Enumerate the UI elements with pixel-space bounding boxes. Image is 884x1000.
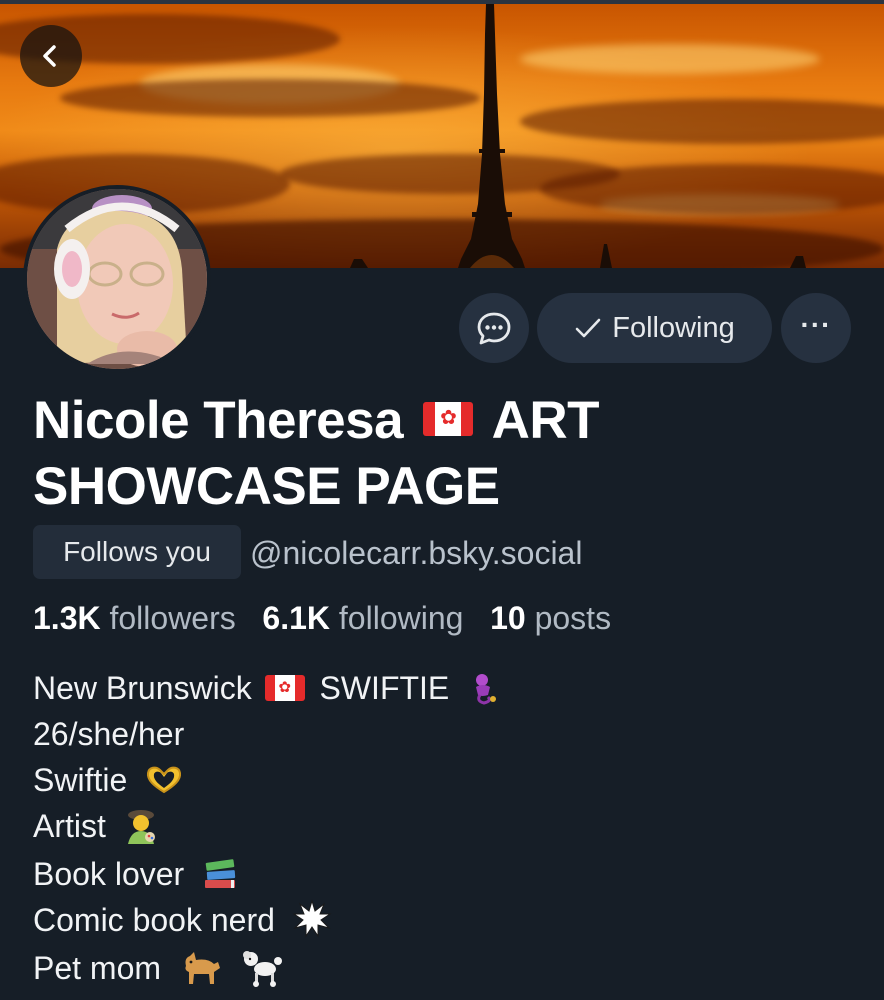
books-emoji-icon (205, 859, 236, 889)
genie-emoji-icon (476, 673, 497, 705)
posts-label: posts (534, 600, 612, 636)
bio-pet-mom: Pet mom (33, 950, 162, 987)
bio-location: New Brunswick (33, 670, 252, 706)
more-options-button[interactable]: ··· (781, 293, 851, 363)
artist-emoji-icon (127, 809, 155, 844)
canada-flag-icon: ✿ (264, 674, 305, 701)
more-dots-icon: ··· (800, 309, 832, 340)
follows-you-badge: Follows you (33, 525, 241, 579)
explosion-emoji-icon (292, 899, 332, 938)
profile-name: Nicole Theresa ✿ ART SHOWCASE PAGE (33, 388, 833, 520)
poodle-emoji-icon (242, 950, 282, 987)
back-button[interactable] (20, 25, 82, 87)
chat-bubble-icon (477, 312, 511, 345)
bio-swiftie: Swiftie (33, 762, 128, 798)
avatar-portrait (27, 189, 207, 369)
followers-label: followers (109, 600, 236, 636)
followers-count: 1.3K (33, 600, 101, 636)
bio-line: Swiftie (33, 757, 500, 803)
following-button[interactable]: Following (537, 293, 772, 363)
bio-swiftie-caps: SWIFTIE (319, 670, 450, 706)
profile-name-part2: ART (491, 391, 600, 450)
canada-flag-icon: ✿ (423, 402, 474, 436)
followers-link[interactable]: 1.3K followers (33, 600, 245, 636)
bio-artist: Artist (33, 808, 106, 844)
bio-line: Pet mom (33, 945, 500, 993)
bio-line: Comic book nerd (33, 897, 500, 946)
chevron-left-icon (43, 45, 56, 67)
profile-handle[interactable]: @nicolecarr.bsky.social (250, 531, 582, 575)
bio-book-lover: Book lover (33, 855, 185, 892)
message-button[interactable] (459, 293, 529, 363)
profile-stats: 1.3K followers 6.1K following 10 posts (33, 598, 611, 638)
avatar[interactable] (23, 185, 211, 373)
bio-line: New Brunswick ✿ SWIFTIE (33, 665, 500, 711)
bio-comic-nerd: Comic book nerd (33, 901, 275, 938)
profile-name-part3: SHOWCASE PAGE (33, 457, 500, 516)
checkmark-icon (575, 318, 601, 338)
profile-bio: New Brunswick ✿ SWIFTIE 26/she/her Swift… (33, 665, 500, 993)
bio-line: Book lover (33, 851, 500, 897)
bio-line: Artist (33, 803, 500, 851)
posts-stat: 10 posts (490, 600, 611, 636)
following-count: 6.1K (262, 600, 331, 636)
posts-count: 10 (490, 600, 526, 636)
profile-name-part1: Nicole Theresa (33, 391, 404, 450)
dog-emoji-icon (185, 951, 220, 984)
following-label: following (338, 600, 464, 636)
heart-hands-emoji-icon (147, 766, 182, 793)
following-button-label: Following (612, 311, 735, 344)
following-link[interactable]: 6.1K following (262, 600, 472, 636)
bio-line: 26/she/her (33, 716, 185, 752)
